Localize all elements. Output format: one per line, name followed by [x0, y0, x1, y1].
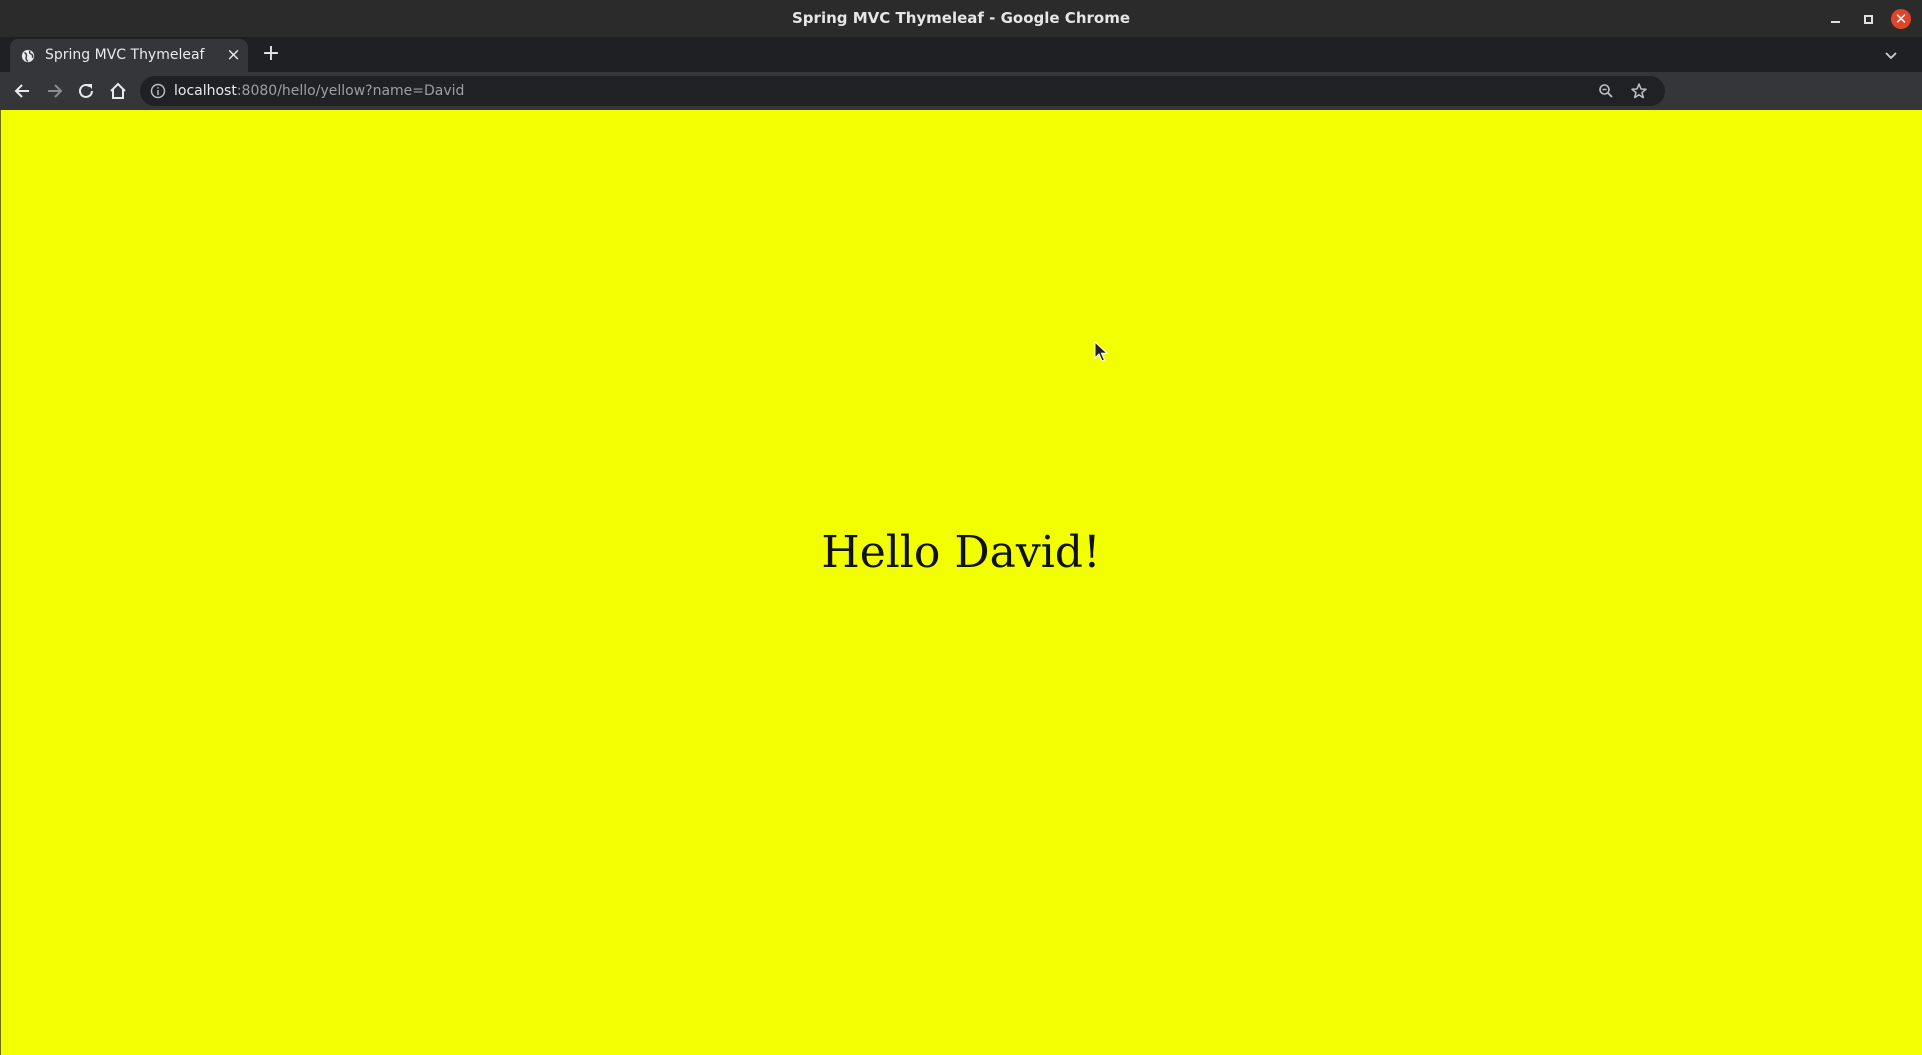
- info-icon[interactable]: [150, 83, 166, 99]
- star-icon[interactable]: [1630, 82, 1648, 100]
- greeting-container: Hello David!: [1, 110, 1921, 1055]
- maximize-button[interactable]: [1858, 9, 1878, 29]
- url-host: localhost: [174, 83, 237, 99]
- url-path: :8080/hello/yellow?name=David: [236, 83, 465, 99]
- browser-toolbar: localhost:8080/hello/yellow?name=David: [0, 72, 1922, 110]
- forward-arrow-icon[interactable]: [43, 80, 65, 102]
- url-text[interactable]: localhost:8080/hello/yellow?name=David: [174, 76, 464, 106]
- zoom-icon[interactable]: [1598, 83, 1614, 99]
- address-bar[interactable]: localhost:8080/hello/yellow?name=David: [140, 76, 1665, 106]
- tab-close-icon[interactable]: ×: [225, 47, 242, 64]
- tab-search-chevron-icon[interactable]: [1882, 46, 1900, 64]
- tab-title: Spring MVC Thymeleaf: [45, 47, 205, 63]
- back-arrow-icon[interactable]: [12, 80, 34, 102]
- reload-icon[interactable]: [75, 80, 97, 102]
- page-viewport: Hello David!: [0, 110, 1922, 1055]
- mouse-cursor-icon: [1094, 341, 1108, 362]
- globe-icon: [21, 49, 35, 63]
- minimize-button[interactable]: [1825, 9, 1845, 29]
- tab-strip: Spring MVC Thymeleaf × +: [0, 37, 1922, 72]
- new-tab-button[interactable]: +: [260, 43, 282, 65]
- window-title: Spring MVC Thymeleaf - Google Chrome: [792, 9, 1130, 27]
- greeting-heading: Hello David!: [821, 527, 1101, 578]
- close-window-button[interactable]: ✕: [1891, 9, 1911, 29]
- tab-spring-mvc-thymeleaf[interactable]: Spring MVC Thymeleaf ×: [10, 39, 248, 72]
- home-icon[interactable]: [107, 80, 129, 102]
- window-titlebar: Spring MVC Thymeleaf - Google Chrome ✕: [0, 0, 1922, 37]
